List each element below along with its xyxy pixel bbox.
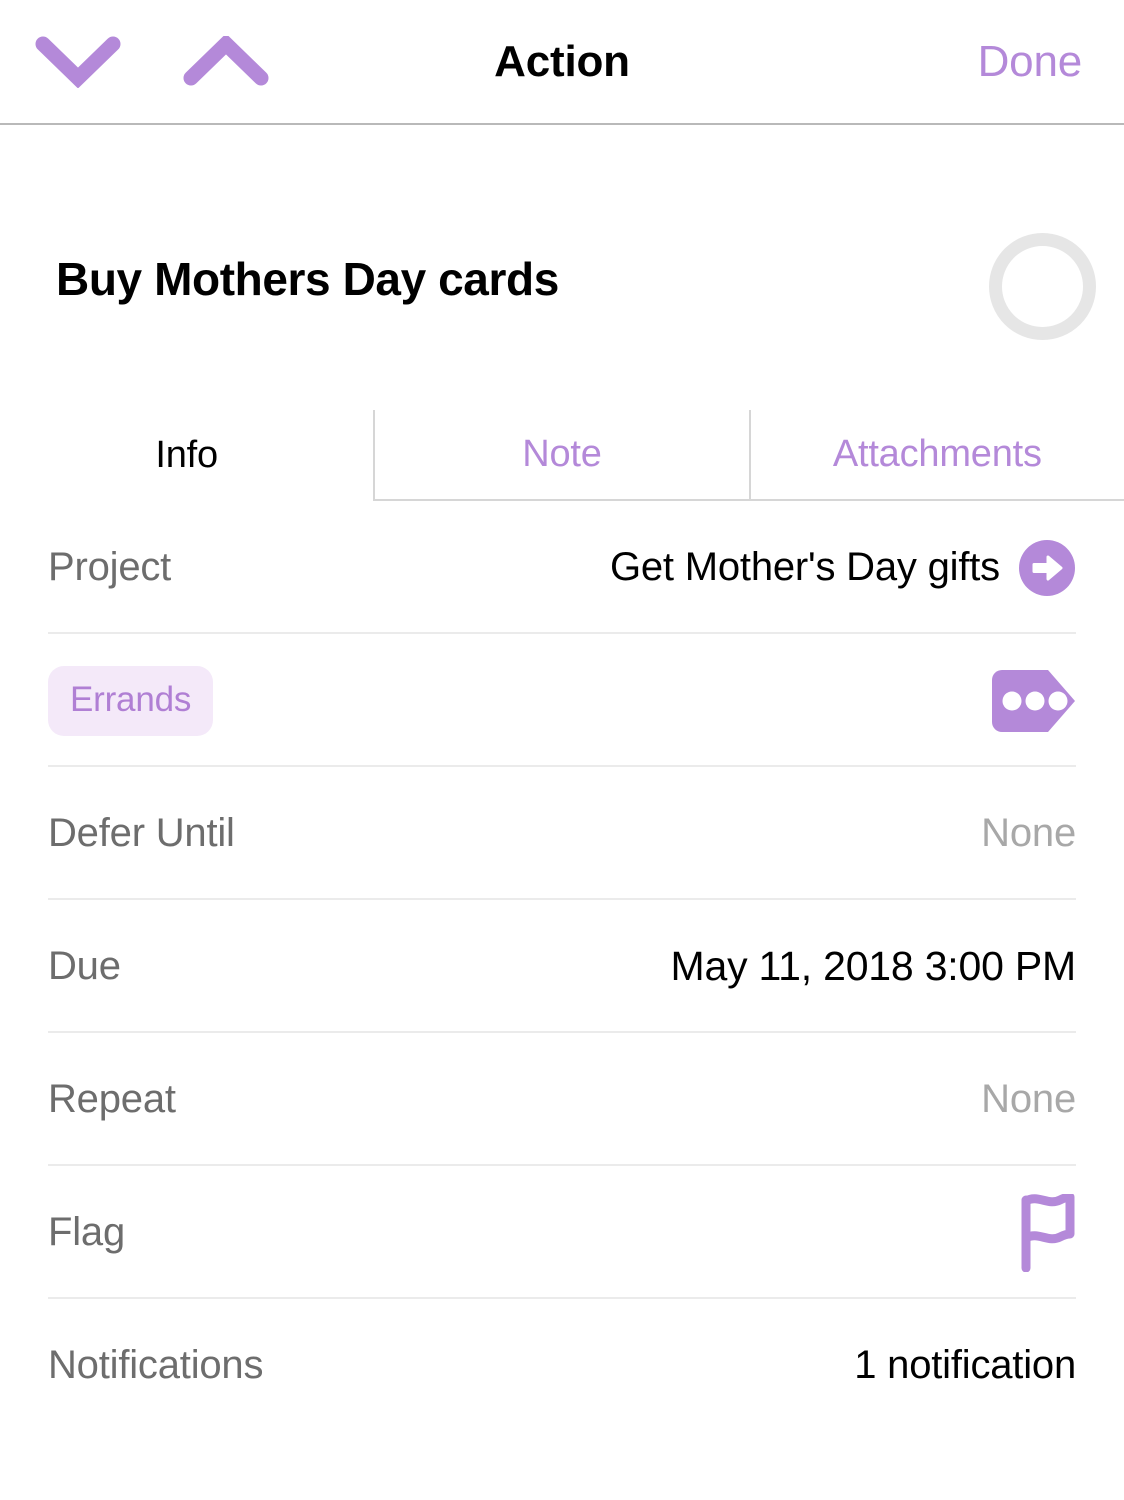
row-label-project: Project — [48, 545, 172, 589]
row-value-repeat: None — [981, 1077, 1076, 1121]
row-due[interactable]: Due May 11, 2018 3:00 PM — [0, 900, 1124, 1033]
tab-attachments[interactable]: Attachments — [748, 410, 1124, 501]
row-notifications[interactable]: Notifications 1 notification — [0, 1299, 1124, 1432]
row-value-due: May 11, 2018 3:00 PM — [670, 943, 1077, 989]
action-detail-screen: Action Done Buy Mothers Day cards Info N… — [0, 0, 1124, 1500]
row-label-due: Due — [48, 944, 121, 988]
row-repeat[interactable]: Repeat None — [0, 1033, 1124, 1166]
page-title: Action — [494, 36, 630, 86]
row-label-notifications: Notifications — [48, 1343, 264, 1387]
row-value-project: Get Mother's Day gifts — [609, 545, 1000, 589]
arrow-right-circle-icon[interactable] — [1018, 539, 1076, 597]
done-button[interactable]: Done — [978, 0, 1083, 123]
row-tags[interactable]: Errands — [0, 634, 1124, 767]
flag-outline-icon[interactable] — [1018, 1193, 1076, 1272]
tab-info[interactable]: Info — [0, 410, 373, 501]
task-header: Buy Mothers Day cards — [0, 125, 1124, 410]
row-value-notifications: 1 notification — [854, 1343, 1076, 1387]
row-flag[interactable]: Flag — [0, 1166, 1124, 1299]
row-label-defer-until: Defer Until — [48, 811, 235, 855]
detail-tabs: Info Note Attachments — [0, 410, 1124, 501]
row-label-flag: Flag — [48, 1210, 126, 1254]
info-list: Project Get Mother's Day gifts Errands D… — [0, 501, 1124, 1432]
row-label-repeat: Repeat — [48, 1077, 176, 1121]
row-defer-until[interactable]: Defer Until None — [0, 767, 1124, 900]
tag-ellipsis-icon[interactable] — [992, 669, 1076, 732]
row-value-defer-until: None — [981, 811, 1076, 855]
navigation-bar: Action Done — [0, 0, 1124, 125]
tag-chip-errands[interactable]: Errands — [48, 665, 214, 736]
task-title[interactable]: Buy Mothers Day cards — [56, 252, 559, 306]
empty-circle-icon[interactable] — [989, 233, 1096, 340]
tab-note[interactable]: Note — [373, 410, 749, 501]
row-project[interactable]: Project Get Mother's Day gifts — [0, 501, 1124, 634]
